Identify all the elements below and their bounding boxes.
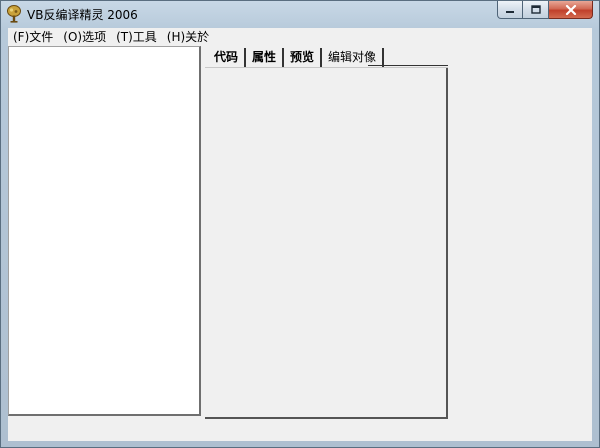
menu-file[interactable]: (F)文件 (8, 28, 58, 46)
tab-preview[interactable]: 预览 (284, 48, 323, 67)
tab-content-panel[interactable] (205, 67, 448, 419)
maximize-button[interactable] (523, 1, 549, 19)
maximize-icon (530, 4, 541, 14)
minimize-button[interactable] (497, 1, 523, 19)
minimize-icon (506, 10, 514, 13)
project-tree-panel[interactable] (8, 46, 201, 416)
app-window: VB反编译精灵 2006 (F)文件 (O)选项 (T)工具 (H)关於 代码 … (0, 0, 600, 448)
window-controls (497, 1, 593, 20)
close-icon (565, 4, 576, 15)
status-bar (8, 421, 592, 441)
menu-about[interactable]: (H)关於 (162, 28, 214, 46)
app-tree-icon (7, 5, 21, 23)
tab-code[interactable]: 代码 (208, 48, 247, 67)
window-title: VB反编译精灵 2006 (27, 8, 138, 22)
menu-tools[interactable]: (T)工具 (111, 28, 162, 46)
menu-bar: (F)文件 (O)选项 (T)工具 (H)关於 (8, 28, 592, 46)
tab-properties[interactable]: 属性 (246, 48, 285, 67)
close-button[interactable] (549, 1, 593, 19)
title-bar[interactable]: VB反编译精灵 2006 (1, 1, 599, 26)
tab-content-top-edge (205, 67, 448, 68)
menu-options[interactable]: (O)选项 (58, 28, 111, 46)
tab-strip-divider (368, 65, 448, 66)
client-area: 代码 属性 预览 编辑对像 (8, 46, 592, 421)
tab-strip: 代码 属性 预览 编辑对像 (208, 48, 385, 68)
